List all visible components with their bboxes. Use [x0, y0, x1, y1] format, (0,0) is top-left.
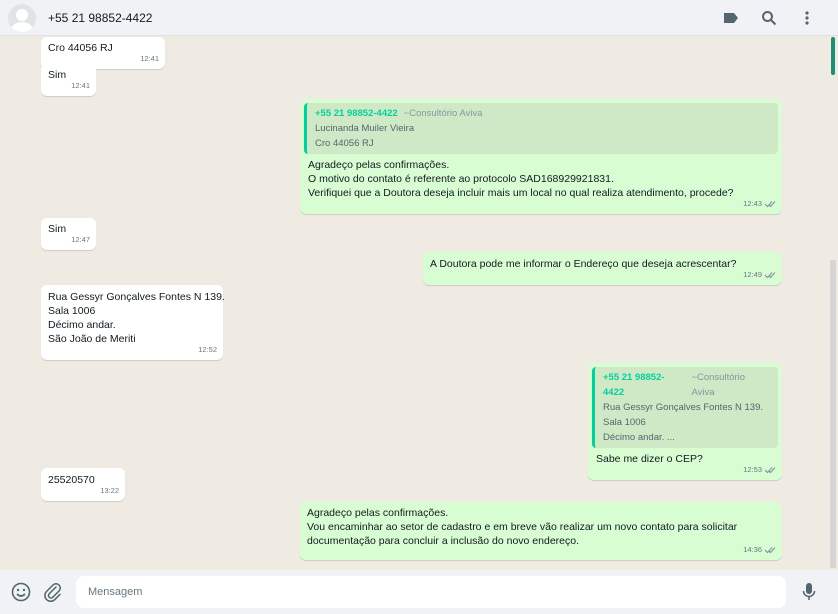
- read-ticks-icon: [764, 467, 776, 474]
- message-text: Verifiquei que a Doutora deseja incluir …: [308, 187, 734, 199]
- incoming-message[interactable]: Sim 12:41: [41, 64, 96, 96]
- message-text: Rua Gessyr Gonçalves Fontes N 139.: [48, 291, 225, 303]
- outgoing-message[interactable]: +55 21 98852-4422 ~Consultório Aviva Luc…: [300, 99, 782, 214]
- message-text: Vou encaminhar ao setor de cadastro e em…: [307, 521, 738, 533]
- header-actions: [722, 9, 816, 27]
- quoted-message[interactable]: +55 21 98852-4422 ~Consultório Aviva Rua…: [592, 367, 778, 448]
- message-text: Agradeço pelas confirmações.: [308, 159, 450, 171]
- message-text: Sala 1006: [48, 305, 96, 317]
- message-time: 12:41: [71, 81, 90, 90]
- label-icon[interactable]: [722, 9, 740, 27]
- search-icon[interactable]: [760, 9, 778, 27]
- outgoing-message[interactable]: +55 21 98852-4422 ~Consultório Aviva Rua…: [588, 363, 782, 480]
- incoming-message[interactable]: Rua Gessyr Gonçalves Fontes N 139. Sala …: [41, 285, 225, 360]
- quoted-text: Lucinanda Muiler Vieira: [315, 123, 415, 134]
- message-text: documentação para concluir a inclusão do…: [307, 535, 580, 547]
- composer-bar: [0, 570, 838, 614]
- scrollbar-thumb[interactable]: [831, 37, 835, 75]
- quoted-sender-number: +55 21 98852-4422: [603, 372, 665, 398]
- message-text: Agradeço pelas confirmações.: [307, 507, 449, 519]
- message-text: A Doutora pode me informar o Endereço qu…: [430, 258, 737, 270]
- message-input[interactable]: [76, 576, 786, 608]
- message-time: 12:52: [198, 345, 217, 354]
- quoted-message[interactable]: +55 21 98852-4422 ~Consultório Aviva Luc…: [304, 103, 778, 154]
- incoming-message[interactable]: Sim 12:47: [41, 218, 96, 250]
- chat-header: +55 21 98852-4422: [0, 0, 838, 36]
- message-time: 12:47: [71, 235, 90, 244]
- mic-icon[interactable]: [798, 581, 820, 603]
- read-ticks-icon: [764, 547, 776, 554]
- quoted-text: Cro 44056 RJ: [315, 138, 374, 149]
- message-text: São João de Meriti: [48, 333, 136, 345]
- message-time: 12:41: [140, 54, 159, 63]
- attach-icon[interactable]: [42, 581, 64, 603]
- quoted-sender-name: ~Consultório Aviva: [691, 372, 746, 398]
- message-list[interactable]: Cro 44056 RJ 12:41 Sim 12:41 +55 21 9885…: [0, 37, 832, 568]
- contact-name[interactable]: +55 21 98852-4422: [48, 11, 152, 25]
- quoted-text: Décimo andar. ...: [603, 432, 675, 443]
- outgoing-message[interactable]: A Doutora pode me informar o Endereço qu…: [423, 252, 782, 285]
- quoted-sender-name: ~Consultório Aviva: [403, 108, 483, 119]
- menu-icon[interactable]: [798, 9, 816, 27]
- message-text: O motivo do contato é referente ao proto…: [308, 173, 614, 185]
- outgoing-message[interactable]: Agradeço pelas confirmações. Vou encamin…: [300, 502, 782, 560]
- message-time: 14:36: [743, 543, 776, 557]
- read-ticks-icon: [764, 272, 776, 279]
- message-time: 12:43: [743, 197, 776, 211]
- contact-avatar[interactable]: [8, 3, 36, 32]
- message-time: 12:49: [743, 268, 776, 282]
- incoming-message[interactable]: 25520570 13:22: [41, 468, 125, 501]
- message-time: 13:22: [100, 486, 119, 495]
- quoted-text: Rua Gessyr Gonçalves Fontes N 139.: [603, 402, 763, 413]
- quoted-text: Sala 1006: [603, 417, 646, 428]
- quoted-sender-number: +55 21 98852-4422: [315, 108, 398, 119]
- message-text: Décimo andar.: [48, 319, 116, 331]
- read-ticks-icon: [764, 201, 776, 208]
- scrollbar-track[interactable]: [830, 260, 836, 568]
- emoji-icon[interactable]: [10, 581, 32, 603]
- message-time: 12:53: [743, 463, 776, 477]
